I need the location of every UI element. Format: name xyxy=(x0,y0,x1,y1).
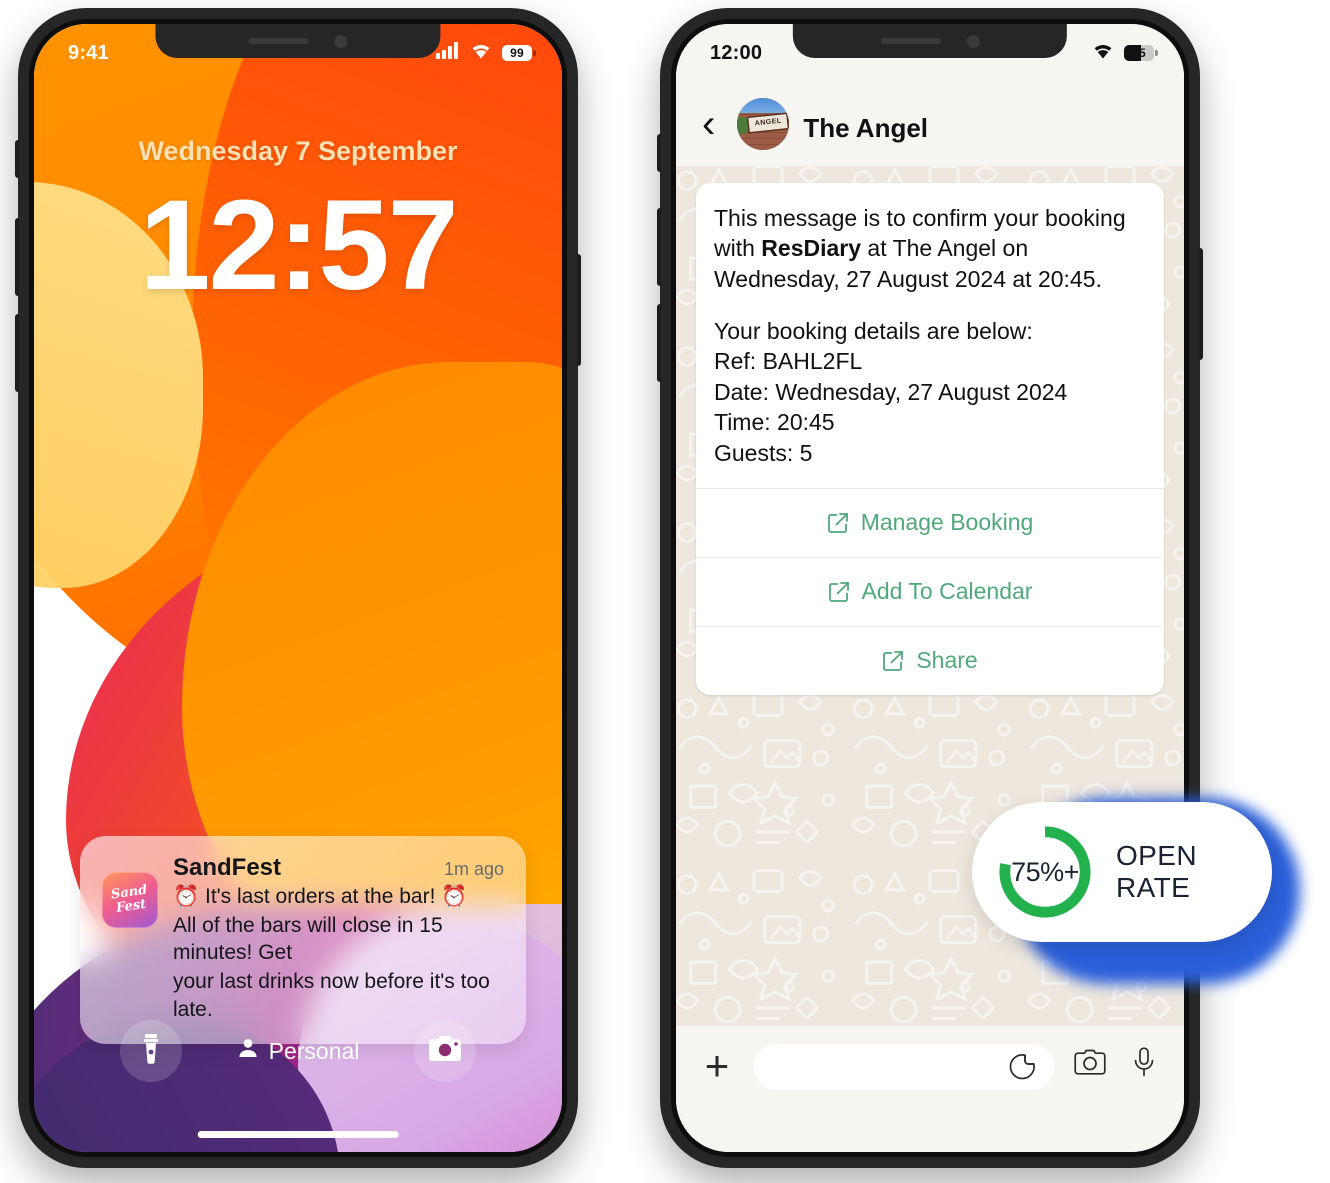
volume-down-button[interactable] xyxy=(15,314,19,392)
add-to-calendar-button[interactable]: Add To Calendar xyxy=(696,556,1164,626)
left-status-bar: 9:41 99 xyxy=(34,24,562,72)
contact-name: The Angel xyxy=(803,113,929,143)
status-time-right: 12:00 xyxy=(710,41,763,64)
notification-line-3: your last drinks now before it's too lat… xyxy=(173,970,490,1021)
wifi-icon-right xyxy=(1091,42,1115,65)
booking-ref: Ref: BAHL2FL xyxy=(714,348,863,375)
power-button-right[interactable] xyxy=(1199,248,1203,360)
open-rate-ring: 75%+ xyxy=(996,823,1094,921)
booking-time: Time: 20:45 xyxy=(714,409,835,436)
open-rate-pill: 75%+ OPEN RATE xyxy=(972,802,1272,942)
volume-up-button-right[interactable] xyxy=(657,208,661,286)
booking-details-title: Your booking details are below: xyxy=(714,318,1033,345)
screenshot-stage: 9:41 99 Wednesday 7 September 12:57 Sand… xyxy=(0,0,1330,1183)
camera-icon[interactable] xyxy=(1072,1044,1108,1080)
notification-timestamp: 1m ago xyxy=(443,859,504,879)
chevron-left-icon[interactable]: ‹ xyxy=(696,104,723,150)
signal-bars-icon xyxy=(436,41,460,65)
sticker-icon[interactable] xyxy=(1004,1049,1040,1085)
volume-up-button[interactable] xyxy=(15,218,19,296)
left-home-indicator[interactable] xyxy=(197,1131,399,1138)
notification-line-2: All of the bars will close in 15 minutes… xyxy=(173,913,443,965)
status-time: 9:41 xyxy=(68,41,109,64)
person-icon xyxy=(237,1037,259,1065)
plus-icon[interactable]: + xyxy=(698,1044,736,1088)
booking-message-card: This message is to confirm your booking … xyxy=(696,183,1164,695)
sandfest-app-icon: Sand Fest xyxy=(102,872,158,928)
wifi-icon xyxy=(469,42,493,65)
flashlight-button[interactable] xyxy=(120,1020,182,1082)
battery-indicator-right: 35 xyxy=(1124,45,1158,61)
silent-switch-button-right[interactable] xyxy=(657,134,661,172)
open-rate-caption: OPEN RATE xyxy=(1116,840,1197,903)
volume-down-button-right[interactable] xyxy=(657,304,661,382)
right-phone-bezel: ‹ ANGEL The Angel 12:00 35 This message … xyxy=(671,19,1189,1157)
message-input[interactable] xyxy=(754,1044,1054,1090)
external-link-icon xyxy=(827,512,849,534)
battery-indicator: 99 xyxy=(502,45,536,61)
external-link-icon xyxy=(828,581,850,603)
external-link-icon xyxy=(882,650,904,672)
left-phone-screen: 9:41 99 Wednesday 7 September 12:57 Sand… xyxy=(34,24,562,1152)
right-phone-device: ‹ ANGEL The Angel 12:00 35 This message … xyxy=(657,8,1203,1168)
avatar[interactable]: ANGEL xyxy=(737,98,790,150)
open-rate-percent: 75%+ xyxy=(1011,856,1079,887)
flashlight-icon xyxy=(138,1033,164,1069)
silent-switch-button[interactable] xyxy=(15,140,19,178)
booking-message-text: This message is to confirm your booking … xyxy=(696,183,1164,488)
left-phone-bezel: 9:41 99 Wednesday 7 September 12:57 Sand… xyxy=(29,19,567,1157)
lockscreen-date: Wednesday 7 September xyxy=(138,136,458,166)
lockscreen-controls: Personal xyxy=(34,1020,562,1082)
booking-guests: Guests: 5 xyxy=(714,439,813,466)
share-button[interactable]: Share xyxy=(696,625,1164,695)
microphone-icon[interactable] xyxy=(1126,1044,1162,1080)
chat-input-bar: + xyxy=(676,1026,1184,1152)
camera-button[interactable] xyxy=(414,1020,476,1082)
booking-date: Date: Wednesday, 27 August 2024 xyxy=(714,378,1068,405)
notification-line-1: ⏰ It's last orders at the bar! ⏰ xyxy=(173,885,468,908)
camera-icon xyxy=(429,1035,461,1067)
lockscreen-profile[interactable]: Personal xyxy=(237,1037,360,1065)
add-to-calendar-label: Add To Calendar xyxy=(861,578,1033,605)
left-phone-device: 9:41 99 Wednesday 7 September 12:57 Sand… xyxy=(15,8,581,1168)
open-rate-badge: 75%+ OPEN RATE xyxy=(972,794,1302,984)
manage-booking-button[interactable]: Manage Booking xyxy=(696,487,1164,557)
lockscreen-clock: 12:57 xyxy=(139,174,458,317)
manage-booking-label: Manage Booking xyxy=(860,509,1034,536)
notification-app-name: SandFest xyxy=(173,854,282,881)
notification-body: SandFest 1m ago ⏰ It's last orders at th… xyxy=(173,854,504,1024)
lockscreen-profile-label: Personal xyxy=(268,1037,360,1064)
notification-card[interactable]: Sand Fest SandFest 1m ago ⏰ It's last ord… xyxy=(80,836,526,1044)
share-label: Share xyxy=(916,647,978,674)
brand-name: ResDiary xyxy=(761,235,862,262)
right-status-bar: 12:00 35 xyxy=(676,24,1184,72)
power-button[interactable] xyxy=(577,254,581,366)
